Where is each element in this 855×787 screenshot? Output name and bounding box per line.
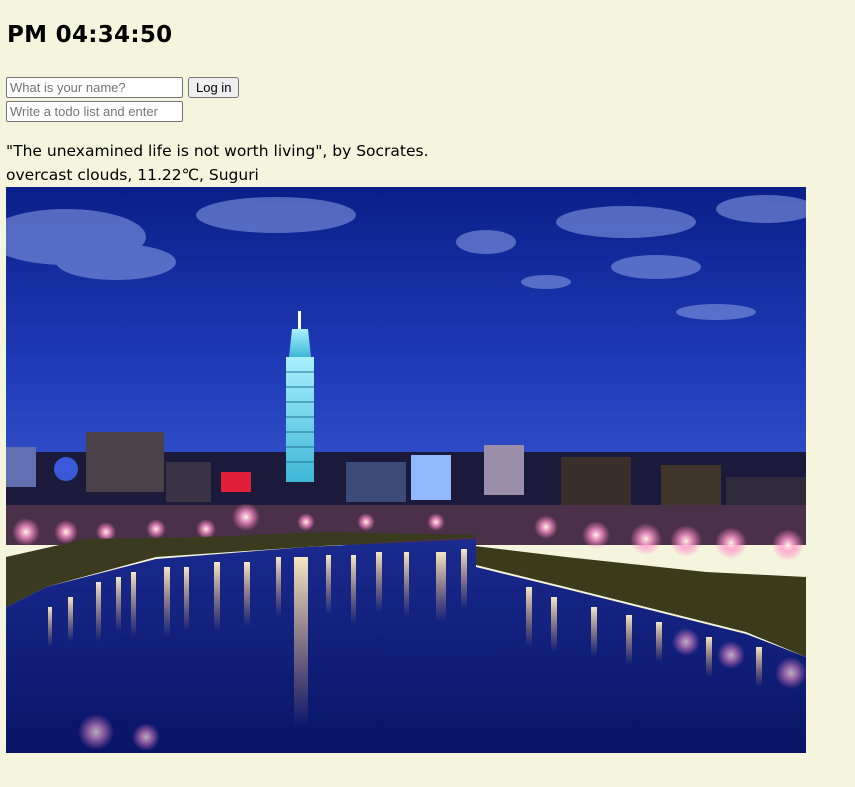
quote-text: "The unexamined life is not worth living… <box>6 142 429 160</box>
login-form: Log in <box>6 77 240 98</box>
background-image <box>6 187 806 753</box>
clock-display: PM 04:34:50 <box>7 22 173 48</box>
todo-form <box>6 101 183 122</box>
weather-text: overcast clouds, 11.22℃, Suguri <box>6 166 259 184</box>
login-button[interactable]: Log in <box>188 77 240 98</box>
name-input[interactable] <box>6 77 183 98</box>
todo-input[interactable] <box>6 101 183 122</box>
